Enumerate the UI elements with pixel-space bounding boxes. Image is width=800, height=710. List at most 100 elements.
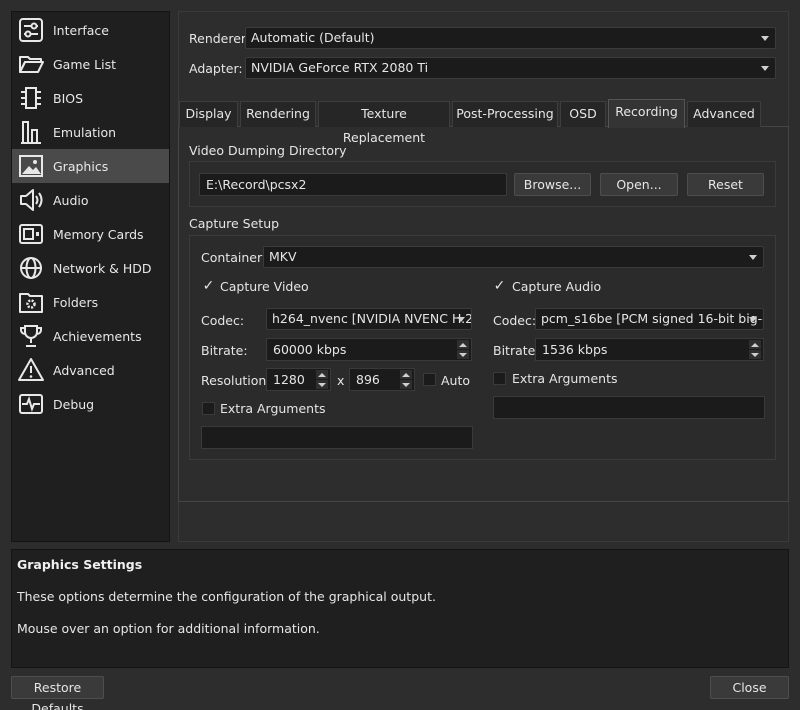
- tab-recording[interactable]: Recording: [608, 99, 685, 128]
- adapter-label: Adapter:: [189, 61, 243, 76]
- video-codec-label: Codec:: [201, 313, 245, 328]
- audio-bitrate-label: Bitrate:: [493, 343, 540, 358]
- sidebar-item-label: Memory Cards: [53, 226, 144, 242]
- video-extra-args-label: Extra Arguments: [220, 401, 326, 416]
- capture-audio-label: Capture Audio: [512, 279, 602, 294]
- sidebar-item-graphics[interactable]: Graphics: [12, 149, 169, 183]
- audio-codec-select[interactable]: pcm_s16be [PCM signed 16-bit big-endian]: [535, 308, 764, 330]
- tab-osd[interactable]: OSD: [560, 101, 606, 127]
- sidebar-item-label: Achievements: [53, 328, 142, 344]
- tab-post-processing[interactable]: Post-Processing: [452, 101, 558, 127]
- capture-audio-checkbox[interactable]: ✓: [493, 278, 506, 294]
- sidebar-item-label: Network & HDD: [53, 260, 152, 276]
- audio-codec-value: pcm_s16be [PCM signed 16-bit big-endian]: [541, 311, 763, 326]
- close-button[interactable]: Close: [710, 676, 789, 699]
- spin-up-icon[interactable]: [457, 340, 469, 349]
- sidebar-item-label: Game List: [53, 56, 117, 72]
- audio-extra-args-input[interactable]: [493, 396, 765, 419]
- sidebar-item-emulation[interactable]: Emulation: [12, 115, 169, 149]
- audio-bitrate-value: 1536 kbps: [542, 342, 608, 357]
- resolution-width-spinbox[interactable]: 1280: [266, 368, 331, 391]
- checkmark-icon: ✓: [202, 278, 215, 294]
- speaker-icon: [16, 185, 46, 215]
- tab-advanced[interactable]: Advanced: [687, 101, 761, 127]
- adapter-select[interactable]: NVIDIA GeForce RTX 2080 Ti: [245, 57, 776, 79]
- dumping-path-input[interactable]: E:\Record\pcsx2: [199, 173, 507, 196]
- audio-bitrate-spinbox[interactable]: 1536 kbps: [535, 338, 764, 361]
- chevron-down-icon: [457, 317, 465, 322]
- spin-up-icon[interactable]: [400, 370, 412, 379]
- sidebar-item-label: Advanced: [53, 362, 115, 378]
- sidebar-item-network[interactable]: Network & HDD: [12, 251, 169, 285]
- container-select[interactable]: MKV: [263, 246, 764, 268]
- sidebar-item-label: Audio: [53, 192, 89, 208]
- sidebar-item-label: Debug: [53, 396, 95, 412]
- sidebar-item-folders[interactable]: Folders: [12, 285, 169, 319]
- sidebar-item-debug[interactable]: Debug: [12, 387, 169, 421]
- folder-open-icon: [16, 49, 46, 79]
- audio-codec-label: Codec:: [493, 313, 537, 328]
- restore-defaults-button[interactable]: Restore Defaults: [11, 676, 104, 710]
- image-icon: [16, 151, 46, 181]
- spin-down-icon[interactable]: [749, 350, 761, 359]
- help-heading: Graphics Settings: [17, 557, 143, 572]
- spin-up-icon[interactable]: [316, 370, 328, 379]
- globe-icon: [16, 253, 46, 283]
- tab-display[interactable]: Display: [179, 101, 238, 127]
- sidebar-item-label: Interface: [53, 22, 109, 38]
- video-extra-args-input[interactable]: [201, 426, 473, 449]
- warning-icon: [16, 355, 46, 385]
- video-bitrate-value: 60000 kbps: [273, 342, 347, 357]
- renderer-value: Automatic (Default): [251, 30, 375, 45]
- chevron-down-icon: [749, 317, 757, 322]
- browse-button[interactable]: Browse...: [514, 173, 591, 196]
- spin-down-icon[interactable]: [400, 380, 412, 389]
- sidebar-item-game-list[interactable]: Game List: [12, 47, 169, 81]
- renderer-select[interactable]: Automatic (Default): [245, 27, 776, 49]
- memory-card-icon: [16, 219, 46, 249]
- spin-down-icon[interactable]: [457, 350, 469, 359]
- auto-resolution-checkbox[interactable]: [423, 373, 436, 386]
- renderer-label: Renderer:: [189, 31, 251, 46]
- building-icon: [16, 117, 46, 147]
- sidebar-item-achievements[interactable]: Achievements: [12, 319, 169, 353]
- video-bitrate-spinbox[interactable]: 60000 kbps: [266, 338, 472, 361]
- tab-texture-replacement[interactable]: Texture Replacement: [318, 101, 450, 145]
- checkmark-icon: ✓: [493, 278, 506, 294]
- capture-title: Capture Setup: [189, 216, 280, 231]
- chevron-down-icon: [761, 66, 769, 71]
- interface-icon: [16, 15, 46, 45]
- sidebar-item-label: Folders: [53, 294, 99, 310]
- sidebar-item-advanced[interactable]: Advanced: [12, 353, 169, 387]
- trophy-icon: [16, 321, 46, 351]
- resolution-height-value: 896: [356, 372, 380, 387]
- video-bitrate-label: Bitrate:: [201, 343, 248, 358]
- video-extra-args-checkbox[interactable]: [202, 402, 215, 415]
- chip-icon: [16, 83, 46, 113]
- spin-up-icon[interactable]: [749, 340, 761, 349]
- folder-gear-icon: [16, 287, 46, 317]
- chevron-down-icon: [749, 255, 757, 260]
- reset-button[interactable]: Reset: [687, 173, 764, 196]
- auto-resolution-label: Auto: [441, 373, 471, 388]
- resolution-height-spinbox[interactable]: 896: [349, 368, 415, 391]
- audio-extra-args-checkbox[interactable]: [493, 372, 506, 385]
- video-codec-select[interactable]: h264_nvenc [NVIDIA NVENC H.264 encoder]: [266, 308, 472, 330]
- sidebar-item-audio[interactable]: Audio: [12, 183, 169, 217]
- capture-video-checkbox[interactable]: ✓: [202, 278, 215, 294]
- open-button[interactable]: Open...: [600, 173, 678, 196]
- container-label: Container:: [201, 250, 267, 265]
- tab-rendering[interactable]: Rendering: [240, 101, 316, 127]
- resolution-width-value: 1280: [273, 372, 305, 387]
- sidebar-item-memory-cards[interactable]: Memory Cards: [12, 217, 169, 251]
- debug-icon: [16, 389, 46, 419]
- help-panel: Graphics Settings These options determin…: [11, 549, 789, 668]
- sidebar-item-label: Emulation: [53, 124, 117, 140]
- adapter-value: NVIDIA GeForce RTX 2080 Ti: [251, 60, 429, 75]
- video-codec-value: h264_nvenc [NVIDIA NVENC H.264 encoder]: [272, 311, 471, 326]
- sidebar-item-bios[interactable]: BIOS: [12, 81, 169, 115]
- resolution-label: Resolution:: [201, 373, 271, 388]
- capture-video-label: Capture Video: [220, 279, 309, 294]
- spin-down-icon[interactable]: [316, 380, 328, 389]
- sidebar-item-interface[interactable]: Interface: [12, 13, 169, 47]
